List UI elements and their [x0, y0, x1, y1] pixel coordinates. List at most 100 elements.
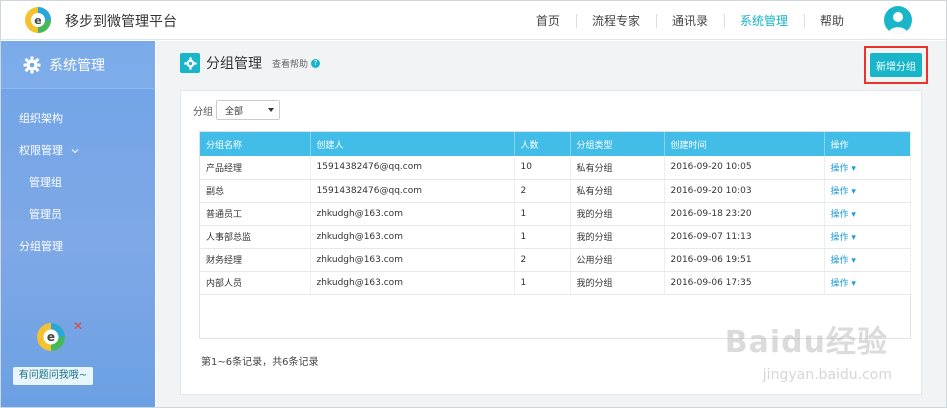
sidebar-item-label: 组织架构 — [19, 112, 63, 125]
table-cell: zhkudgh@163.com — [310, 248, 515, 272]
sidebar-item-label: 管理员 — [29, 208, 62, 221]
close-icon[interactable]: ✕ — [73, 319, 83, 333]
app-logo-icon[interactable]: e — [23, 5, 53, 35]
user-icon — [888, 12, 908, 34]
user-avatar[interactable] — [884, 6, 912, 34]
nav-home[interactable]: 首页 — [520, 13, 576, 29]
table-cell: 公用分组 — [570, 248, 665, 272]
highlight-box: 新增分组 — [864, 46, 928, 84]
sidebar-menu: 组织架构 权限管理 管理组 管理员 分组管理 — [1, 89, 155, 263]
table-row[interactable]: 副总 15914382476@qq.com 2 私有分组 2016-09-20 … — [200, 179, 911, 203]
table-cell: 2 — [514, 179, 571, 203]
sidebar-title: 系统管理 — [49, 57, 105, 74]
sidebar-item-admins[interactable]: 管理员 — [1, 199, 155, 231]
assistant-logo-icon[interactable]: e — [35, 321, 67, 353]
table-cell: zhkudgh@163.com — [310, 225, 515, 249]
add-group-button[interactable]: 新增分组 — [870, 53, 922, 77]
table-cell: 1 — [514, 202, 571, 226]
table-cell: 产品经理 — [200, 156, 311, 180]
column-header[interactable]: 分组名称 — [200, 132, 311, 156]
group-select[interactable]: 全部 — [216, 100, 280, 120]
table-cell: 15914382476@qq.com — [310, 156, 515, 180]
sidebar-item-label: 分组管理 — [19, 240, 63, 253]
nav-system-management[interactable]: 系统管理 — [723, 13, 804, 29]
sidebar-item-label: 权限管理 — [19, 144, 63, 157]
question-icon: ? — [311, 58, 321, 68]
table-cell: 15914382476@qq.com — [310, 179, 515, 203]
view-help-link[interactable]: 查看帮助 ? — [272, 57, 321, 70]
svg-text:e: e — [47, 330, 55, 344]
main-content: 分组管理 查看帮助 ? 新增分组 分组 全部 分组名称 创建人 人数 分组类型 … — [156, 41, 946, 407]
help-bubble[interactable]: 有问题问我哦~ — [13, 367, 93, 385]
group-select-value: 全部 — [225, 106, 244, 117]
help-link-label: 查看帮助 — [272, 59, 309, 70]
table-row[interactable]: 财务经理 zhkudgh@163.com 2 公用分组 2016-09-06 1… — [200, 248, 911, 272]
group-table: 分组名称 创建人 人数 分组类型 创建时间 操作 产品经理 1591438247… — [199, 131, 911, 339]
app-title: 移步到微管理平台 — [65, 14, 177, 30]
table-cell: 1 — [514, 225, 571, 249]
sidebar-header: 系统管理 — [1, 41, 155, 89]
filter-label: 分组 — [193, 106, 213, 118]
table-cell: 副总 — [200, 179, 311, 203]
table-cell: 2016-09-06 19:51 — [664, 248, 825, 272]
nav-help[interactable]: 帮助 — [803, 13, 860, 29]
table-cell: 人事部总监 — [200, 225, 311, 249]
sidebar-item-permissions[interactable]: 权限管理 — [1, 135, 155, 167]
watermark: Baidu经验 — [724, 325, 888, 360]
column-header[interactable]: 人数 — [514, 132, 571, 156]
top-nav: 首页 流程专家 通讯录 系统管理 帮助 — [520, 1, 860, 40]
table-row[interactable]: 人事部总监 zhkudgh@163.com 1 我的分组 2016-09-07 … — [200, 225, 911, 249]
table-cell: 我的分组 — [570, 271, 665, 295]
row-action-dropdown[interactable]: 操作 ▾ — [824, 248, 911, 272]
table-cell: 内部人员 — [200, 271, 311, 295]
sidebar: 系统管理 组织架构 权限管理 管理组 管理员 分组管理 e ✕ 有问题问我哦~ — [1, 41, 155, 407]
table-cell: 2016-09-07 11:13 — [664, 225, 825, 249]
watermark-url: jingyan.baidu.com — [762, 367, 892, 383]
table-cell: 2 — [514, 248, 571, 272]
table-cell: 普通员工 — [200, 202, 311, 226]
svg-text:e: e — [34, 14, 41, 27]
table-cell: 我的分组 — [570, 202, 665, 226]
column-header[interactable]: 创建时间 — [664, 132, 825, 156]
table-cell: zhkudgh@163.com — [310, 202, 515, 226]
row-action-dropdown[interactable]: 操作 ▾ — [824, 225, 911, 249]
page-title: 分组管理 — [206, 56, 262, 72]
gear-icon — [23, 56, 41, 73]
row-action-dropdown[interactable]: 操作 ▾ — [824, 202, 911, 226]
table-cell: zhkudgh@163.com — [310, 271, 515, 295]
table-cell: 私有分组 — [570, 179, 665, 203]
table-cell: 10 — [514, 156, 571, 180]
sidebar-item-org-structure[interactable]: 组织架构 — [1, 103, 155, 135]
table-row[interactable]: 产品经理 15914382476@qq.com 10 私有分组 2016-09-… — [200, 156, 911, 180]
column-header[interactable]: 创建人 — [310, 132, 515, 156]
table-cell: 2016-09-06 17:35 — [664, 271, 825, 295]
group-filter: 分组 全部 — [193, 100, 280, 120]
chevron-down-icon — [71, 149, 79, 154]
table-cell: 我的分组 — [570, 225, 665, 249]
page-header: 分组管理 查看帮助 ? — [180, 53, 321, 73]
table-row[interactable]: 普通员工 zhkudgh@163.com 1 我的分组 2016-09-18 2… — [200, 202, 911, 226]
table-header-row: 分组名称 创建人 人数 分组类型 创建时间 操作 — [200, 132, 911, 156]
top-bar: e 移步到微管理平台 首页 流程专家 通讯录 系统管理 帮助 — [1, 1, 946, 40]
row-action-dropdown[interactable]: 操作 ▾ — [824, 271, 911, 295]
sidebar-item-group-management[interactable]: 分组管理 — [1, 231, 155, 263]
settings-icon — [180, 53, 200, 73]
sidebar-item-admin-groups[interactable]: 管理组 — [1, 167, 155, 199]
table-cell: 2016-09-20 10:03 — [664, 179, 825, 203]
column-header[interactable]: 分组类型 — [570, 132, 665, 156]
table-cell: 2016-09-20 10:05 — [664, 156, 825, 180]
record-count: 第1~6条记录，共6条记录 — [201, 357, 319, 368]
table-cell: 财务经理 — [200, 248, 311, 272]
nav-contacts[interactable]: 通讯录 — [655, 13, 724, 29]
table-row[interactable]: 内部人员 zhkudgh@163.com 1 我的分组 2016-09-06 1… — [200, 271, 911, 295]
app-window: e 移步到微管理平台 首页 流程专家 通讯录 系统管理 帮助 系统管理 组织架构… — [0, 0, 947, 408]
sidebar-item-label: 管理组 — [29, 176, 62, 189]
table-cell: 2016-09-18 23:20 — [664, 202, 825, 226]
column-header: 操作 — [824, 132, 911, 156]
table-cell: 1 — [514, 271, 571, 295]
row-action-dropdown[interactable]: 操作 ▾ — [824, 179, 911, 203]
row-action-dropdown[interactable]: 操作 ▾ — [824, 156, 911, 180]
caret-down-icon — [268, 108, 274, 112]
nav-process-expert[interactable]: 流程专家 — [575, 13, 656, 29]
table-cell: 私有分组 — [570, 156, 665, 180]
